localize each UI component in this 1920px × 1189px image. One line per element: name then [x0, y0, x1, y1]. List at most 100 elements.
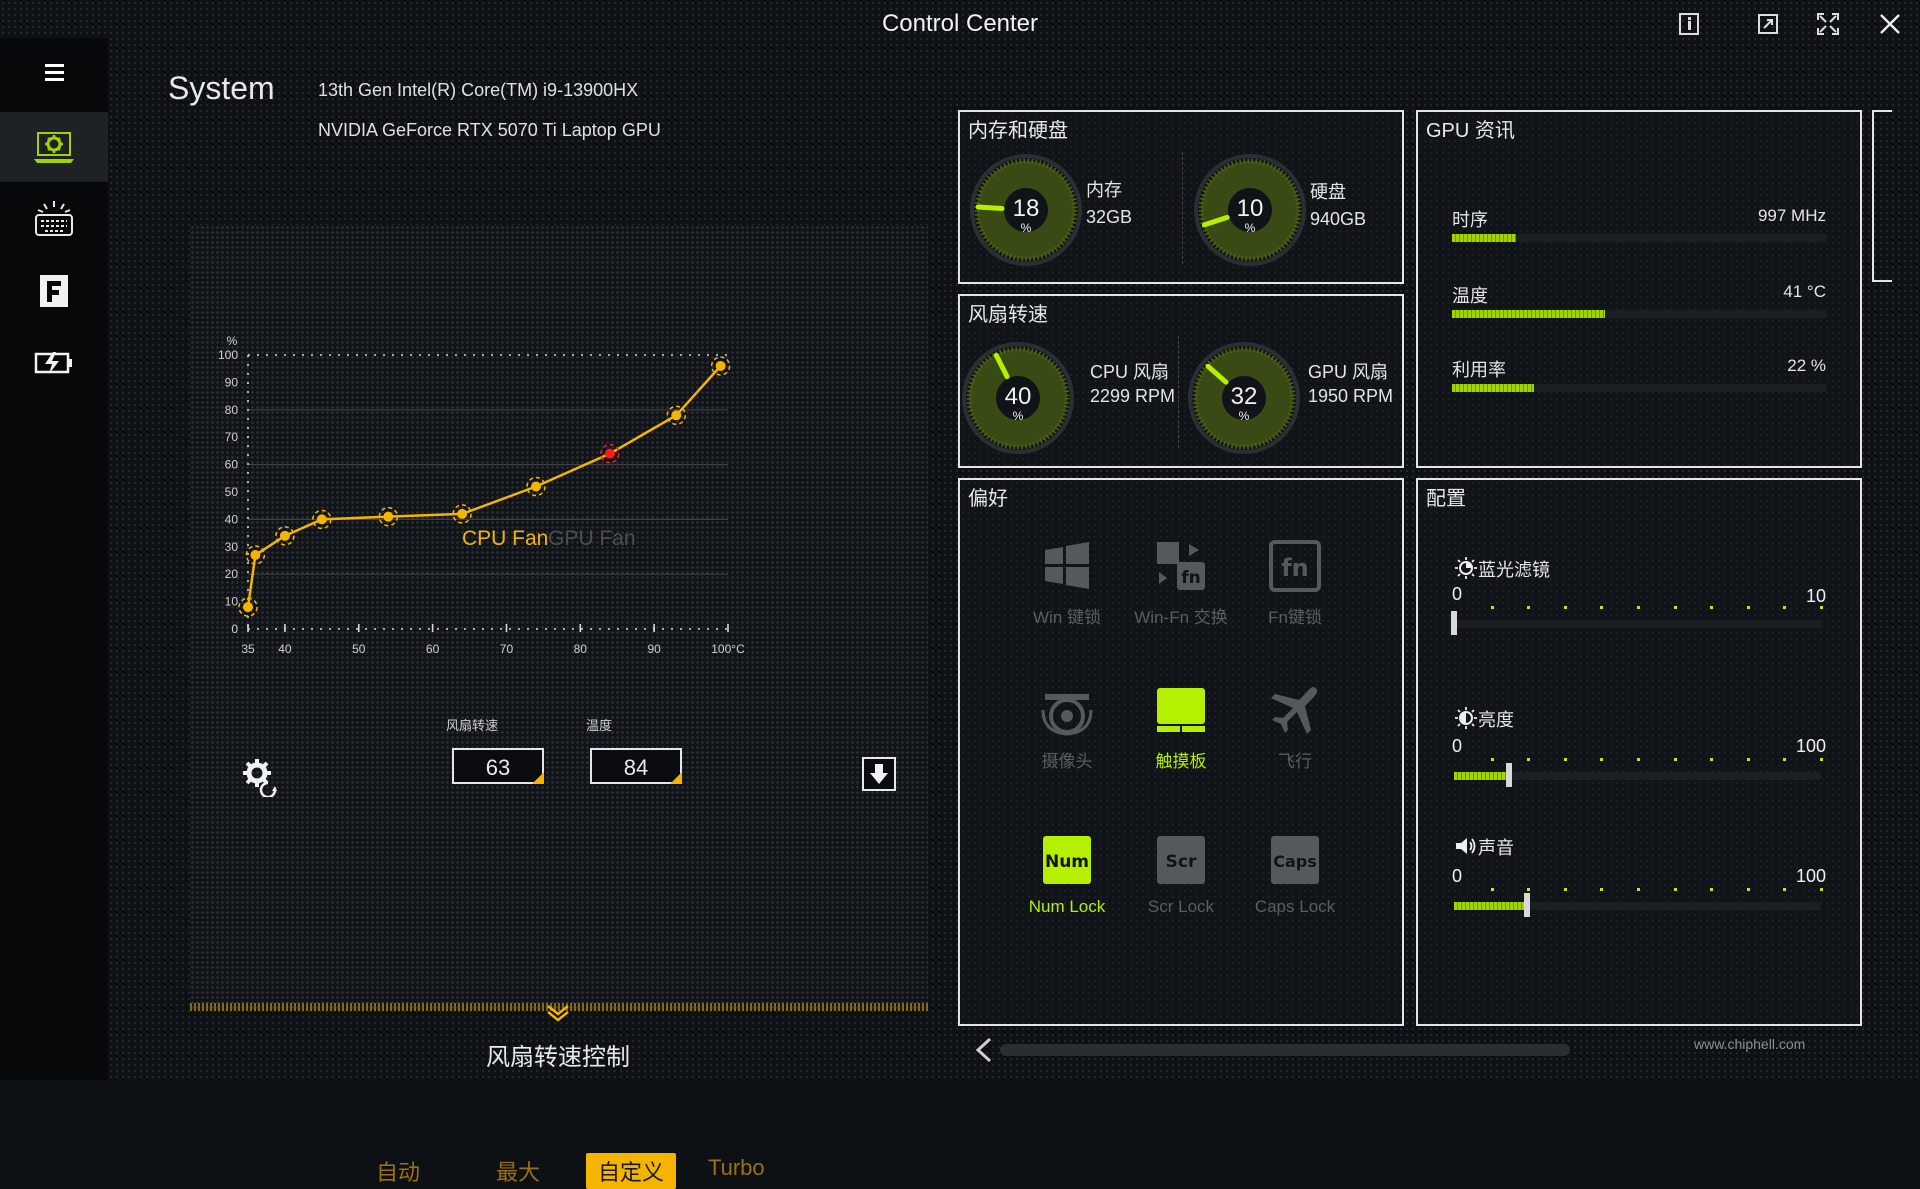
brightness-max: 100	[1796, 736, 1827, 756]
brightness-slider[interactable]	[1454, 758, 1823, 787]
title-bar: Control Center	[0, 0, 1920, 50]
info-button[interactable]	[1672, 6, 1708, 42]
blue-light-max: 10	[1806, 586, 1827, 606]
y-tick-label: 70	[225, 430, 239, 444]
slider-tick	[1783, 606, 1787, 609]
pref-label: 飞行	[1278, 752, 1312, 771]
settings-button[interactable]	[238, 753, 282, 799]
curve-point[interactable]	[666, 405, 687, 426]
mode-turbo[interactable]: Turbo	[708, 1155, 765, 1181]
svg-text:fn: fn	[1181, 568, 1201, 588]
gear-refresh-icon	[243, 759, 277, 799]
pref-touchpad[interactable]: 触摸板	[1126, 682, 1236, 772]
slider-tick	[1746, 888, 1750, 891]
pref-scroll-lock[interactable]: Scr Scr Lock	[1126, 832, 1236, 917]
slider-tick	[1490, 888, 1494, 891]
slider-tick	[1563, 888, 1567, 891]
slider-tick	[1783, 888, 1787, 891]
curve-point[interactable]	[526, 476, 546, 497]
panel-title: 偏好	[968, 488, 1008, 510]
horizontal-scrollbar[interactable]	[1000, 1044, 1570, 1056]
memory-disk-panel: 内存和硬盘 18% 内存 32GB 10% 硬盘 940GB	[958, 110, 1404, 284]
pref-label: Caps Lock	[1254, 897, 1336, 916]
slider-tick	[1746, 606, 1750, 609]
pref-win-key-lock[interactable]: Win 键锁	[1012, 538, 1122, 628]
slider-tick	[1637, 606, 1640, 609]
pref-win-fn-swap[interactable]: fn Win-Fn 交换	[1126, 538, 1236, 628]
sidebar-item-battery[interactable]	[0, 328, 108, 398]
curve-point[interactable]	[710, 356, 731, 376]
blue-light-slider[interactable]	[1451, 606, 1823, 635]
restore-button[interactable]	[1750, 6, 1786, 42]
mode-custom[interactable]: 自定义	[586, 1153, 677, 1189]
restore-icon	[1758, 14, 1778, 34]
x-tick-label: 35	[241, 642, 255, 656]
chevron-left-icon[interactable]	[972, 1036, 996, 1064]
gpu-usage-label: 利用率	[1452, 360, 1506, 380]
sidebar	[0, 38, 108, 1080]
sidebar-item-keyboard-light[interactable]	[0, 184, 108, 254]
slider-tick	[1637, 888, 1640, 891]
f-key-icon	[40, 275, 68, 307]
win-fn-swap-icon: fn	[1157, 542, 1205, 590]
pref-num-lock[interactable]: Num Num Lock	[1012, 832, 1122, 917]
temperature-field[interactable]: 84	[590, 748, 682, 784]
fan-curve-chart[interactable]: % 0 10 20 30 40 50 60 70 80 90 100 35 40 50 60 70 80 90 100…	[190, 333, 928, 693]
windows-icon	[1045, 542, 1089, 589]
curve-point[interactable]	[275, 526, 295, 546]
point-dot	[604, 448, 615, 459]
pref-camera[interactable]: 摄像头	[1012, 682, 1122, 772]
volume-slider[interactable]	[1454, 888, 1823, 917]
gpu-clock-label: 时序	[1452, 210, 1488, 230]
num-lock-icon: Num	[1043, 836, 1091, 884]
x-tick-label: 60	[426, 642, 440, 656]
slider-thumb[interactable]	[1505, 763, 1512, 787]
pref-airplane[interactable]: 飞行	[1240, 682, 1350, 772]
keyboard-light-icon	[35, 201, 73, 236]
gauge-unit: %	[1245, 221, 1256, 235]
slider-tick	[1600, 888, 1604, 891]
cpu-name: 13th Gen Intel(R) Core(TM) i9-13900HX	[318, 80, 639, 100]
gpu-fan-gauge: 32%	[1188, 342, 1300, 454]
gpu-name: NVIDIA GeForce RTX 5070 Ti Laptop GPU	[318, 120, 661, 140]
y-tick-label: 40	[225, 512, 239, 526]
fullscreen-button[interactable]	[1810, 6, 1846, 42]
chevron-down-icon[interactable]	[546, 1004, 570, 1022]
fan-control-panel: CPU Fan GPU Fan % 0 10 20 30 40 50 60 70 80 90 100 3…	[190, 225, 928, 1189]
sidebar-item-f-key[interactable]	[0, 256, 108, 326]
pref-fn-key-lock[interactable]: fn Fn键锁	[1240, 538, 1350, 628]
gauge-unit: %	[1239, 409, 1250, 423]
slider-thumb[interactable]	[1451, 611, 1457, 635]
y-unit-label: %	[227, 334, 238, 348]
x-tick-label: 100°C	[711, 642, 745, 656]
close-button[interactable]	[1872, 6, 1908, 42]
slider-tick	[1600, 606, 1604, 609]
slider-tick	[1746, 758, 1750, 761]
slider-thumb[interactable]	[1524, 893, 1531, 917]
disk-gauge: 10%	[1194, 154, 1306, 266]
download-button[interactable]	[862, 757, 896, 791]
slider-tick	[1637, 758, 1640, 761]
sidebar-item-system[interactable]	[0, 112, 108, 182]
point-dot	[531, 481, 541, 492]
fan-speed-field[interactable]: 63	[452, 748, 544, 784]
field-corner	[670, 772, 682, 784]
slider-tick	[1527, 758, 1531, 761]
curve-point[interactable]	[600, 443, 620, 464]
mode-auto[interactable]: 自动	[376, 1155, 420, 1187]
memory-label: 内存	[1086, 180, 1122, 200]
pref-label: Scr Lock	[1147, 897, 1215, 916]
volume-max: 100	[1796, 866, 1827, 886]
disk-label: 硬盘	[1310, 182, 1346, 202]
gpu-usage-value: 22 %	[1787, 356, 1826, 375]
mode-max[interactable]: 最大	[496, 1155, 540, 1187]
pref-caps-lock[interactable]: Caps Caps Lock	[1240, 832, 1350, 917]
gauge-unit: %	[1021, 221, 1032, 235]
caps-lock-icon: Caps	[1271, 836, 1319, 884]
slider-tick	[1490, 606, 1494, 609]
gauge-value: 18	[1013, 195, 1040, 222]
gpu-fan-label: GPU 风扇	[1308, 362, 1389, 382]
y-tick-label: 90	[225, 375, 239, 389]
brightness-label: 亮度	[1478, 710, 1514, 730]
menu-button[interactable]	[0, 38, 108, 108]
